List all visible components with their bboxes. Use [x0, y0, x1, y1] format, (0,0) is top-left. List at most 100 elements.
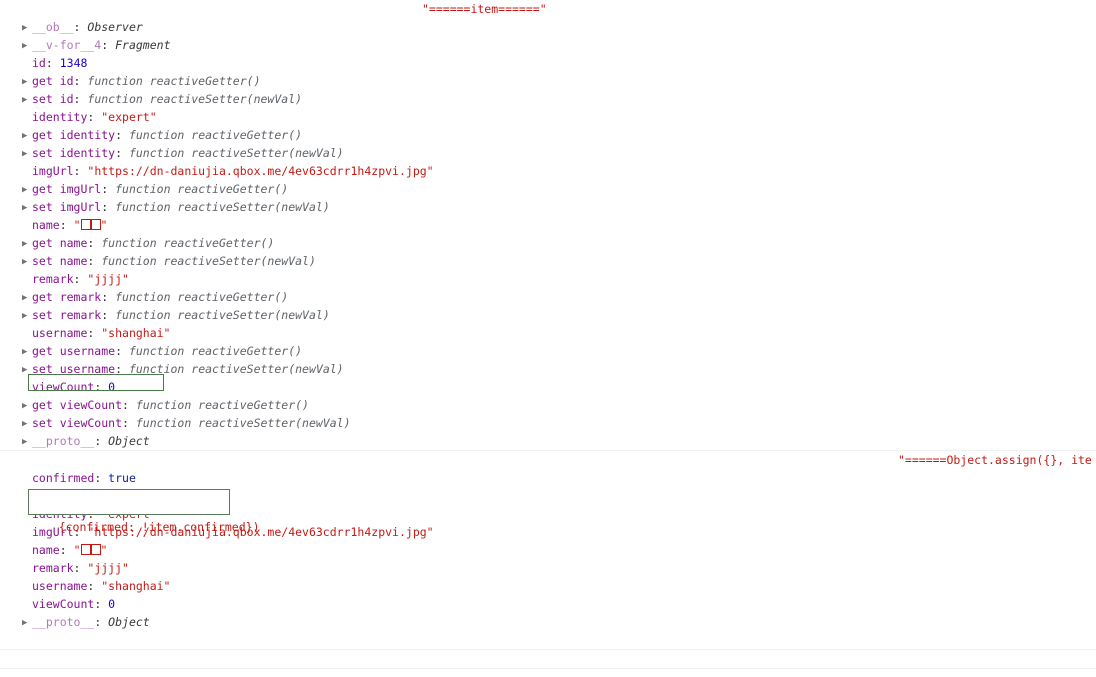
- object-property-row[interactable]: __ob__: Observer: [0, 18, 1096, 36]
- object-property-row: identity: "expert": [0, 108, 1096, 126]
- missing-glyph-box: [81, 544, 91, 555]
- object-property-row[interactable]: __proto__: Object: [0, 432, 1096, 450]
- object-property-row[interactable]: set viewCount: function reactiveSetter(n…: [0, 414, 1096, 432]
- object-property-row: username: "shanghai": [0, 577, 1096, 595]
- property-key: viewCount: [32, 380, 94, 394]
- disclosure-triangle-icon[interactable]: [22, 91, 32, 108]
- disclosure-triangle-icon[interactable]: [22, 415, 32, 432]
- object-property-row[interactable]: get name: function reactiveGetter(): [0, 234, 1096, 252]
- disclosure-triangle-icon[interactable]: [22, 73, 32, 90]
- property-key: get username: [32, 344, 115, 358]
- disclosure-triangle-icon[interactable]: [22, 397, 32, 414]
- property-key: set id: [32, 92, 74, 106]
- console-entry-object-assign[interactable]: Object {id: 1348, name: "", username: "s…: [0, 451, 1096, 650]
- property-value: function reactiveSetter(newVal): [129, 362, 344, 376]
- object-property-row[interactable]: set id: function reactiveSetter(newVal): [0, 90, 1096, 108]
- disclosure-triangle-icon[interactable]: [22, 199, 32, 216]
- property-separator: :: [115, 128, 129, 142]
- property-value: "expert": [101, 507, 156, 521]
- property-separator: :: [87, 110, 101, 124]
- property-separator: :: [87, 254, 101, 268]
- property-value: Object: [108, 615, 150, 629]
- property-separator: :: [115, 146, 129, 160]
- disclosure-triangle-icon[interactable]: [22, 289, 32, 306]
- object-property-row[interactable]: set remark: function reactiveSetter(newV…: [0, 306, 1096, 324]
- disclosure-triangle-icon[interactable]: [22, 253, 32, 270]
- property-separator: :: [74, 272, 88, 286]
- disclosure-triangle-icon[interactable]: [22, 127, 32, 144]
- missing-glyph-box: [91, 544, 101, 555]
- object-property-row[interactable]: set name: function reactiveSetter(newVal…: [0, 252, 1096, 270]
- property-separator: :: [115, 344, 129, 358]
- console-entry-item-confirmed[interactable]: undefined "======item.confirmed======": [0, 650, 1096, 669]
- disclosure-triangle-icon[interactable]: [22, 145, 32, 162]
- object-preview-row[interactable]: Object {__ob__: Observer, __v-for__4: Fr…: [0, 0, 1096, 18]
- property-key: get id: [32, 74, 74, 88]
- property-value: true: [108, 471, 136, 485]
- object-property-row: username: "shanghai": [0, 324, 1096, 342]
- object-property-row[interactable]: get identity: function reactiveGetter(): [0, 126, 1096, 144]
- property-separator: :: [87, 507, 101, 521]
- property-key: identity: [32, 507, 87, 521]
- object-property-row[interactable]: get viewCount: function reactiveGetter(): [0, 396, 1096, 414]
- disclosure-triangle-icon[interactable]: [22, 235, 32, 252]
- property-separator: :: [122, 416, 136, 430]
- property-separator: :: [87, 579, 101, 593]
- disclosure-triangle-icon[interactable]: [22, 343, 32, 360]
- property-key: identity: [32, 110, 87, 124]
- property-separator: :: [94, 615, 108, 629]
- property-separator: :: [101, 200, 115, 214]
- property-value: Fragment: [115, 38, 170, 52]
- property-separator: :: [101, 308, 115, 322]
- property-key: set viewCount: [32, 416, 122, 430]
- object-property-row[interactable]: get id: function reactiveGetter(): [0, 72, 1096, 90]
- console-entry-item[interactable]: Object {__ob__: Observer, __v-for__4: Fr…: [0, 0, 1096, 451]
- property-value: "": [74, 543, 108, 557]
- property-value: "https://dn-daniujia.qbox.me/4ev63cdrr1h…: [87, 164, 433, 178]
- property-key: get identity: [32, 128, 115, 142]
- property-separator: :: [60, 218, 74, 232]
- object-property-row: name: "": [0, 216, 1096, 234]
- property-value: function reactiveSetter(newVal): [129, 146, 344, 160]
- property-key: get name: [32, 236, 87, 250]
- property-key: imgUrl: [32, 164, 74, 178]
- disclosure-triangle-icon[interactable]: [22, 361, 32, 378]
- object-property-row[interactable]: set identity: function reactiveSetter(ne…: [0, 144, 1096, 162]
- object-property-row: confirmed: true: [0, 469, 1096, 487]
- property-separator: :: [46, 489, 60, 503]
- console-entry-not-item-confirmed[interactable]: true "======!!!item.confirmed======": [0, 669, 1096, 677]
- property-value: 1348: [60, 56, 88, 70]
- disclosure-triangle-icon[interactable]: [22, 19, 32, 36]
- disclosure-triangle-icon[interactable]: [22, 181, 32, 198]
- object-property-row: remark: "jjjj": [0, 270, 1096, 288]
- object-property-row[interactable]: __proto__: Object: [0, 613, 1096, 631]
- property-separator: :: [101, 290, 115, 304]
- property-value: Object: [108, 434, 150, 448]
- property-value: function reactiveSetter(newVal): [115, 308, 330, 322]
- log-message: "======Object.assign({}, ite: [898, 451, 1092, 469]
- log-message: "======item======": [422, 0, 547, 18]
- object-property-row[interactable]: get username: function reactiveGetter(): [0, 342, 1096, 360]
- devtools-console-panel[interactable]: Object {__ob__: Observer, __v-for__4: Fr…: [0, 0, 1096, 677]
- disclosure-triangle-icon[interactable]: [22, 614, 32, 631]
- disclosure-triangle-icon[interactable]: [22, 433, 32, 450]
- property-separator: :: [74, 92, 88, 106]
- object-property-row[interactable]: get remark: function reactiveGetter(): [0, 288, 1096, 306]
- property-value: function reactiveGetter(): [101, 236, 274, 250]
- wrapped-tail-row: m, {confirmed: !item.confirmed})======": [0, 631, 1096, 649]
- property-key: set name: [32, 254, 87, 268]
- property-key: name: [32, 543, 60, 557]
- object-property-row[interactable]: set username: function reactiveSetter(ne…: [0, 360, 1096, 378]
- object-preview-row[interactable]: Object {id: 1348, name: "", username: "s…: [0, 451, 1096, 469]
- object-property-row[interactable]: set imgUrl: function reactiveSetter(newV…: [0, 198, 1096, 216]
- property-separator: :: [87, 236, 101, 250]
- object-property-row[interactable]: get imgUrl: function reactiveGetter(): [0, 180, 1096, 198]
- property-key: username: [32, 326, 87, 340]
- disclosure-triangle-icon[interactable]: [22, 37, 32, 54]
- property-value: "jjjj": [87, 561, 129, 575]
- disclosure-triangle-icon[interactable]: [22, 307, 32, 324]
- object-property-row[interactable]: __v-for__4: Fragment: [0, 36, 1096, 54]
- property-separator: :: [60, 543, 74, 557]
- property-key: set imgUrl: [32, 200, 101, 214]
- object-property-row: viewCount: 0: [0, 595, 1096, 613]
